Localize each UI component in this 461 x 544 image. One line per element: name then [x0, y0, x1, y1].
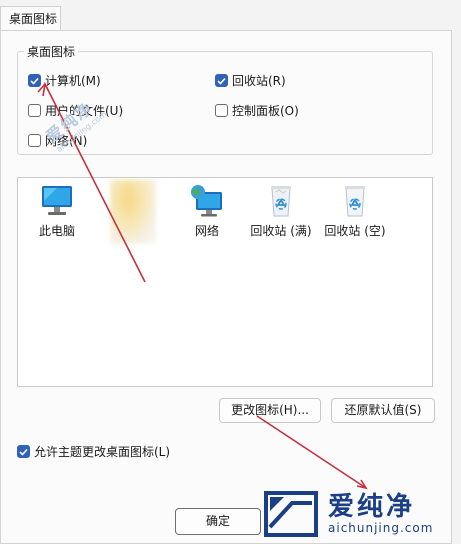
checkbox-control-panel[interactable]: 控制面板(O): [215, 102, 299, 119]
checkbox-label: 回收站(R): [232, 74, 286, 88]
icon-label: 回收站 (满): [250, 224, 312, 238]
icon-label: 此电脑: [38, 224, 75, 238]
checkbox-checked-icon[interactable]: [215, 74, 228, 87]
checkbox-recycle-bin[interactable]: 回收站(R): [215, 72, 286, 89]
change-icon-button[interactable]: 更改图标(H)...: [219, 398, 321, 423]
restore-default-button[interactable]: 还原默认值(S): [331, 398, 435, 423]
watermark-logo-icon: [264, 491, 318, 537]
watermark-corner: 爱纯净 aichunjing.com: [262, 486, 458, 542]
tab-strip: 桌面图标: [0, 0, 461, 31]
watermark-corner-brand: 爱纯净: [328, 492, 416, 522]
blurred-user-files-icon: [110, 180, 156, 244]
checkbox-unchecked-icon[interactable]: [215, 104, 228, 117]
checkbox-checked-icon[interactable]: [17, 445, 30, 458]
checkbox-computer[interactable]: 计算机(M): [28, 72, 101, 89]
checkbox-label: 允许主题更改桌面图标(L): [34, 445, 171, 459]
ok-button[interactable]: 确定: [175, 508, 261, 535]
tab-desktop-icons[interactable]: 桌面图标: [0, 6, 61, 30]
icon-item-recycle-bin-full[interactable]: 回收站 (满): [246, 184, 316, 239]
checkbox-unchecked-icon[interactable]: [28, 134, 41, 147]
icon-item-this-pc[interactable]: 此电脑: [22, 184, 92, 239]
checkbox-allow-theme[interactable]: 允许主题更改桌面图标(L): [17, 443, 170, 460]
icon-item-network[interactable]: 网络: [172, 184, 242, 239]
watermark-corner-domain: aichunjing.com: [328, 521, 434, 535]
monitor-icon: [37, 184, 77, 218]
icon-label: 网络: [194, 224, 219, 238]
icon-item-recycle-bin-empty[interactable]: 回收站 (空): [320, 184, 390, 239]
checkbox-checked-icon[interactable]: [28, 74, 41, 87]
network-globe-icon: [187, 184, 227, 218]
recycle-bin-full-icon: [261, 184, 301, 218]
checkbox-label: 控制面板(O): [232, 104, 299, 118]
checkbox-label: 计算机(M): [45, 74, 101, 88]
icon-list: 此电脑 网络 回收站 (满) 回收站 (空): [17, 177, 433, 387]
checkbox-unchecked-icon[interactable]: [28, 104, 41, 117]
icon-label: 回收站 (空): [324, 224, 386, 238]
recycle-bin-empty-icon: [335, 184, 375, 218]
group-title: 桌面图标: [24, 43, 79, 60]
